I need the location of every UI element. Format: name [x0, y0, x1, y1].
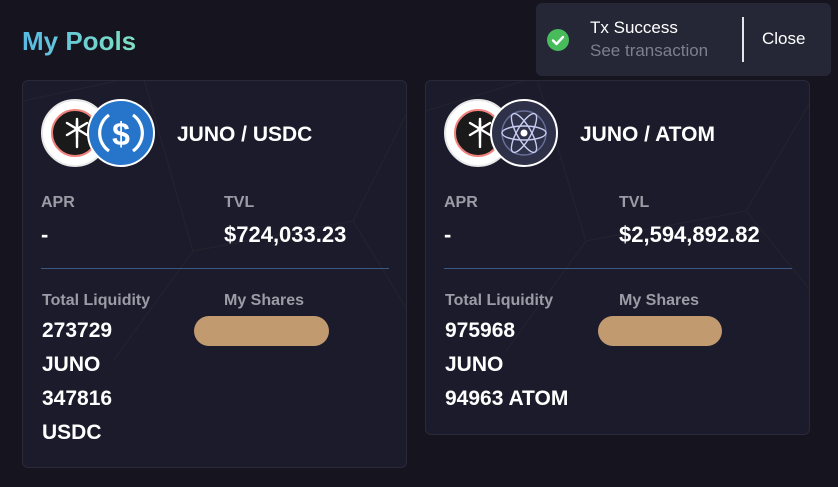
my-shares-label: My Shares [224, 292, 305, 309]
close-button[interactable]: Close [762, 29, 805, 49]
pool-token-icons: $ [41, 99, 161, 171]
total-liquidity-label: Total Liquidity [445, 292, 554, 309]
pool-pair-name: JUNO / USDC [177, 123, 313, 146]
pool-pair-name: JUNO / ATOM [580, 123, 715, 146]
card-divider [444, 268, 792, 269]
atom-token-icon [490, 99, 558, 167]
apr-label: APR [41, 194, 75, 211]
apr-label: APR [444, 194, 478, 211]
apr-value: - [444, 222, 452, 247]
total-liquidity-value: 975968 JUNO 94963 ATOM [445, 319, 569, 410]
tx-success-toast: Tx Success See transaction Close [536, 3, 831, 76]
pool-card-juno-atom[interactable]: JUNO / ATOM APR - TVL $2,594,892.82 Tota… [425, 80, 810, 435]
my-shares-value-placeholder [598, 316, 722, 346]
toast-separator [742, 17, 744, 62]
toast-title: Tx Success [590, 18, 678, 37]
tvl-label: TVL [619, 194, 650, 211]
card-divider [41, 268, 389, 269]
apr-value: - [41, 222, 49, 247]
pool-token-icons [444, 99, 564, 171]
page-title: My Pools [22, 26, 137, 56]
svg-text:$: $ [112, 116, 130, 152]
tvl-value: $2,594,892.82 [619, 222, 760, 247]
usdc-token-icon: $ [87, 99, 155, 167]
total-liquidity-value: 273729 JUNO 347816 USDC [42, 319, 113, 444]
tvl-value: $724,033.23 [224, 222, 347, 247]
tvl-label: TVL [224, 194, 255, 211]
my-shares-label: My Shares [619, 292, 700, 309]
pools-page: My Pools $ JUNO / USDC APR - TVL $724,03… [0, 0, 838, 487]
my-shares-value-placeholder [194, 316, 329, 346]
pool-card-juno-usdc[interactable]: $ JUNO / USDC APR - TVL $724,033.23 Tota… [22, 80, 407, 468]
see-transaction-link[interactable]: See transaction [590, 41, 708, 61]
check-circle-icon [547, 29, 569, 51]
total-liquidity-label: Total Liquidity [42, 292, 151, 309]
